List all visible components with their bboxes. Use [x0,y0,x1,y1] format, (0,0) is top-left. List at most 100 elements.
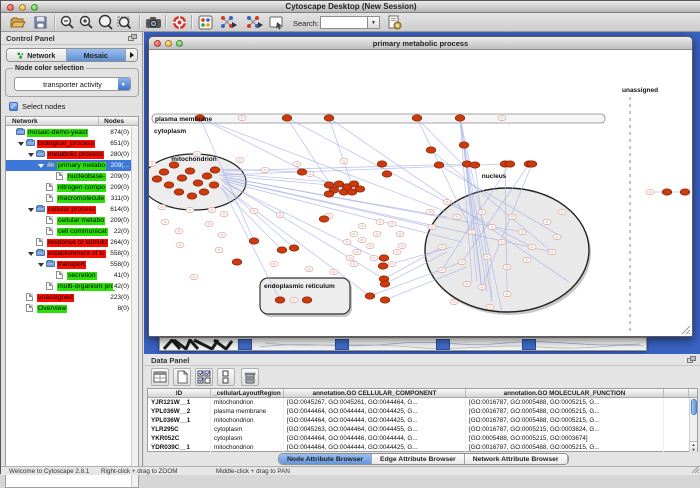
network-node[interactable] [249,238,259,244]
tab-node-attribute-browser[interactable]: Node Attribute Browser [279,454,372,464]
background-frames-strip[interactable] [159,337,647,351]
tree-row-label[interactable]: mosaic-demo-yeast [27,129,88,137]
network-node[interactable] [378,263,388,269]
network-node[interactable] [426,147,436,153]
tree-row-label[interactable]: nucleobase- [67,173,106,181]
tree-row[interactable]: macromolecule311(0) [6,193,132,204]
tree-row-label[interactable]: metabolic process [47,151,104,159]
tree-header[interactable]: Network Nodes [6,117,138,126]
network-node[interactable] [382,171,392,177]
tree-row[interactable]: nitrogen compo209(0) [6,182,132,193]
expand-arrow-icon[interactable] [28,252,34,256]
tree-row[interactable]: unassigned223(0) [6,292,132,303]
table-cell[interactable]: [GO:0016787, GO:0005488, GO:0005215, G..… [466,398,664,407]
zoom-selected-icon[interactable] [97,14,114,31]
select-nodes-checkbox[interactable]: ✓ [9,102,18,111]
tab-overflow-button[interactable] [126,49,137,61]
background-frame-titlebar[interactable] [238,339,252,350]
search-filter-icon[interactable] [386,14,403,31]
network-node[interactable] [282,115,292,121]
tree-row[interactable]: secretion41(0) [6,270,132,281]
expand-arrow-icon[interactable] [18,142,24,146]
zoom-in-icon[interactable] [78,14,95,31]
table-row[interactable]: YDR039C__1mitochondrion[GO:0044464, GO:0… [148,443,697,452]
network-node[interactable] [662,189,672,195]
tree-row-label[interactable]: response to stimulu [47,239,108,247]
network-node[interactable] [177,175,187,181]
network-node[interactable] [412,115,422,121]
tree-row-label[interactable]: transport [57,261,86,269]
network-edge[interactable] [329,118,352,185]
network-node[interactable] [680,189,690,195]
network-node[interactable] [505,161,515,167]
tab-edge-attribute-browser[interactable]: Edge Attribute Browser [372,454,465,464]
tree-row[interactable]: primary metabo209(... [6,160,132,171]
zoom-out-icon[interactable] [59,14,76,31]
table-column-header[interactable]: annotation.GO MOLECULAR_FUNCTION [466,389,664,397]
table-cell[interactable]: plasma membrane [211,407,284,416]
network-node[interactable] [434,162,444,168]
tree-row-label[interactable]: unassigned [37,294,74,302]
frame-resize-grip[interactable] [681,325,691,335]
network-node[interactable] [324,115,334,121]
apply-layout-icon[interactable] [219,14,236,31]
tree-row-label[interactable]: cell communicat [57,228,108,236]
float-panel-icon[interactable] [128,34,137,42]
tree-row[interactable]: response to stimulu264(0) [6,237,132,248]
scrollbar-buttons[interactable]: ▲▼ [690,441,697,452]
table-cell[interactable]: [GO:0005488, GO:0005215, GO:0003674] [466,434,664,443]
table-cell[interactable]: mitochondrion [211,443,284,452]
table-cell[interactable]: [GO:0016787, GO:0005215, GO:0003824, G..… [466,425,664,434]
network-edge[interactable] [221,179,384,279]
window-titlebar[interactable]: Cytoscape Desktop (New Session) [1,1,700,13]
tree-row[interactable]: cellular metabo209(0) [6,215,132,226]
tab-mosaic[interactable]: Mosaic [67,49,127,61]
zoom-fit-icon[interactable] [116,14,133,31]
table-row[interactable]: YPL036W__2plasma membrane[GO:0044464, GO… [148,407,697,416]
tree-row-label[interactable]: Overview [37,305,67,313]
table-cell[interactable]: [GO:0016787, GO:0005488, GO:0005215, G..… [466,443,664,452]
scrollbar-thumb[interactable] [691,399,697,415]
table-cell[interactable]: YLR295C [148,425,211,434]
tree-row-label[interactable]: establishment of lo [47,250,106,258]
expand-arrow-icon[interactable] [28,153,34,157]
network-node[interactable] [459,142,469,148]
network-node[interactable] [319,216,329,222]
network-node[interactable] [302,297,312,303]
tree-row-label[interactable]: macromolecule [57,195,105,203]
table-cell[interactable]: YDR039C__1 [148,443,211,452]
help-icon[interactable] [171,14,188,31]
table-cell[interactable]: [GO:0044464, GO:0044446, GO:0044444, G..… [284,434,466,443]
network-node[interactable] [379,255,389,261]
network-node[interactable] [193,180,203,186]
network-edge[interactable] [224,183,385,262]
tree-row-label[interactable]: secretion [67,272,97,280]
table-cell[interactable]: mitochondrion [211,416,284,425]
open-file-icon[interactable] [9,14,26,31]
tree-row[interactable]: multi-organism pro42(0) [6,281,132,292]
network-node[interactable] [152,176,162,182]
delete-attribute-icon[interactable] [241,368,259,386]
table-cell[interactable]: YPL036W__2 [148,407,211,416]
network-node[interactable] [202,173,212,179]
frame-titlebar[interactable]: primary metabolic process [149,37,692,50]
network-node[interactable] [324,191,334,197]
network-node[interactable] [365,293,375,299]
background-frame-titlebar[interactable] [522,339,536,350]
network-canvas[interactable]: plasma membranecytoplasmmitochondrionnuc… [149,51,692,336]
table-scrollbar[interactable]: ▲▼ [689,398,697,452]
tree-row[interactable]: mosaic-demo-yeast874(0) [6,127,132,138]
network-node[interactable] [347,189,357,195]
network-node[interactable] [277,247,287,253]
table-cell[interactable]: YJR121W__1 [148,398,211,407]
background-frame-titlebar[interactable] [436,339,450,350]
network-node[interactable] [174,189,184,195]
table-column-header[interactable]: annotation.GO CELLULAR_COMPONENT [284,389,466,397]
table-cell[interactable]: [GO:0045263, GO:0044464, GO:0044455, G..… [284,425,466,434]
snapshot-icon[interactable] [145,14,162,31]
network-node[interactable] [470,162,480,168]
table-cell[interactable]: [GO:0016787, GO:0005488, GO:0005215, G..… [466,407,664,416]
attribute-table[interactable]: ID_cellularLayoutRegionannotation.GO CEL… [147,388,698,452]
table-cell[interactable]: cytoplasm [211,425,284,434]
table-cell[interactable]: [GO:0044464, GO:0044444, GO:0044425, G..… [284,407,466,416]
